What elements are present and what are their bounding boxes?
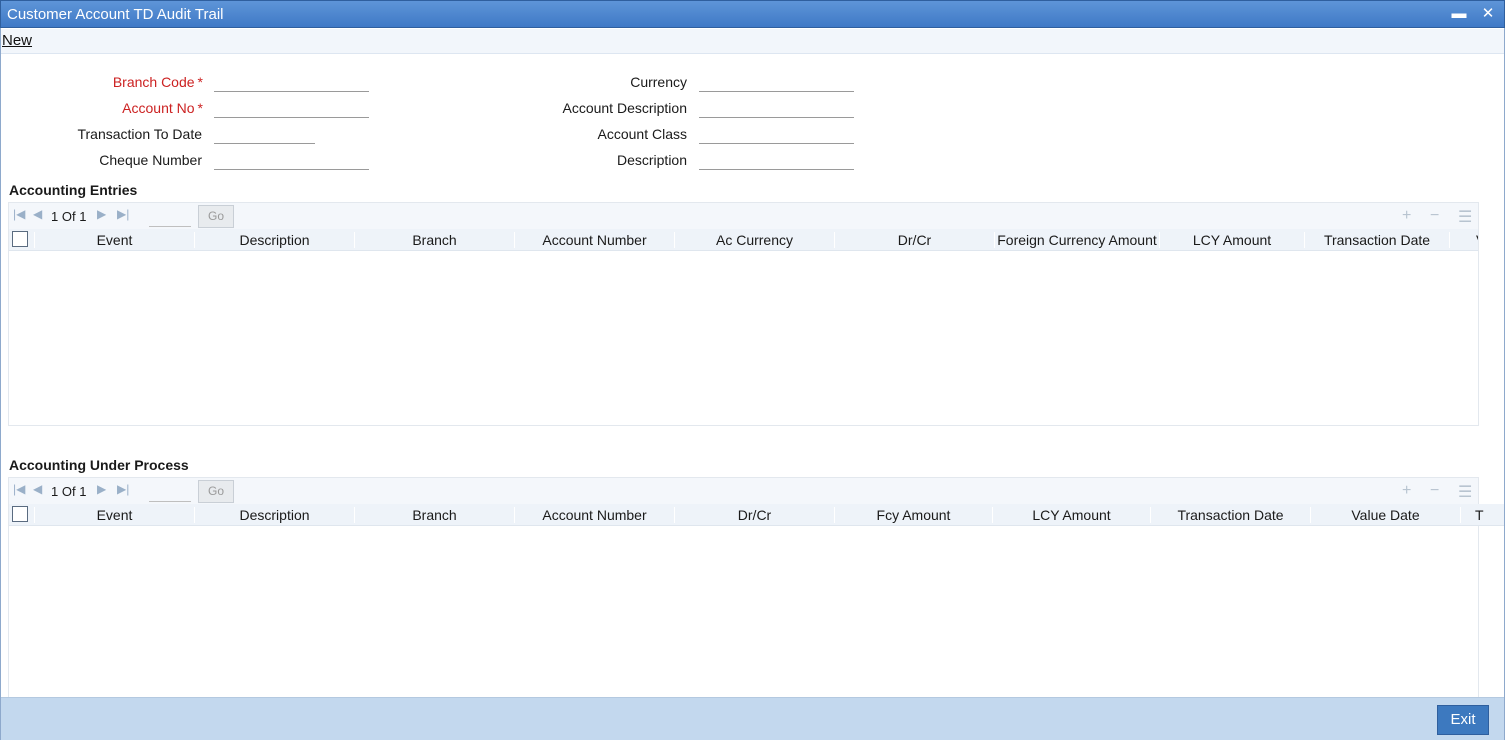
pagination-info: 1 Of 1 bbox=[51, 484, 87, 499]
column-header[interactable]: Dr/Cr bbox=[834, 232, 994, 248]
add-row-icon[interactable]: + bbox=[1402, 482, 1411, 500]
next-page-icon[interactable]: ▶ bbox=[97, 482, 106, 496]
branch-code-input[interactable] bbox=[214, 70, 369, 92]
select-all-checkbox[interactable] bbox=[12, 231, 28, 247]
delete-row-icon[interactable]: − bbox=[1430, 482, 1439, 500]
accounting-under-process-grid: |◀ ◀ 1 Of 1 ▶ ▶| Go + − ☰ Event Descript… bbox=[8, 477, 1505, 697]
first-page-icon[interactable]: |◀ bbox=[13, 207, 25, 221]
column-header[interactable]: Dr/Cr bbox=[674, 507, 834, 523]
cheque-number-input[interactable] bbox=[214, 148, 369, 170]
account-class-label: Account Class bbox=[597, 126, 687, 142]
grid-header: Event Description Branch Account Number … bbox=[9, 229, 1478, 251]
prev-page-icon[interactable]: ◀ bbox=[33, 207, 42, 221]
first-page-icon[interactable]: |◀ bbox=[13, 482, 25, 496]
select-all-checkbox[interactable] bbox=[12, 506, 28, 522]
currency-label: Currency bbox=[630, 74, 687, 90]
accounting-under-process-title: Accounting Under Process bbox=[9, 457, 189, 473]
transaction-to-date-label: Transaction To Date bbox=[77, 126, 202, 142]
last-page-icon[interactable]: ▶| bbox=[117, 482, 129, 496]
new-link[interactable]: New bbox=[2, 32, 32, 49]
account-description-label: Account Description bbox=[562, 100, 687, 116]
add-row-icon[interactable]: + bbox=[1402, 207, 1411, 225]
description-label: Description bbox=[616, 152, 687, 168]
column-header[interactable]: Event bbox=[34, 232, 194, 248]
single-record-view-icon[interactable]: ☰ bbox=[1458, 482, 1472, 502]
account-no-input[interactable] bbox=[214, 96, 369, 118]
column-header[interactable]: Transaction Date bbox=[1150, 507, 1310, 523]
column-header[interactable]: LCY Amount bbox=[992, 507, 1150, 523]
column-header[interactable]: Branch bbox=[354, 507, 514, 523]
transaction-to-date-input[interactable] bbox=[214, 122, 315, 144]
column-header[interactable]: Account Number bbox=[514, 232, 674, 248]
page-number-input[interactable] bbox=[149, 483, 191, 502]
column-header[interactable]: Fcy Amount bbox=[834, 507, 992, 523]
close-icon[interactable]: ✕ bbox=[1479, 5, 1497, 23]
window-title: Customer Account TD Audit Trail bbox=[7, 6, 224, 23]
column-header[interactable]: Value Date bbox=[1310, 507, 1460, 523]
cheque-number-label: Cheque Number bbox=[99, 152, 202, 168]
exit-button[interactable]: Exit bbox=[1437, 705, 1489, 735]
account-description-input[interactable] bbox=[699, 96, 854, 118]
description-input[interactable] bbox=[699, 148, 854, 170]
single-record-view-icon[interactable]: ☰ bbox=[1458, 207, 1472, 227]
column-header[interactable]: LCY Amount bbox=[1159, 232, 1304, 248]
prev-page-icon[interactable]: ◀ bbox=[33, 482, 42, 496]
last-page-icon[interactable]: ▶| bbox=[117, 207, 129, 221]
column-header[interactable]: Description bbox=[194, 507, 354, 523]
column-header[interactable]: Description bbox=[194, 232, 354, 248]
grid-header: Event Description Branch Account Number … bbox=[9, 504, 1505, 526]
accounting-entries-grid: |◀ ◀ 1 Of 1 ▶ ▶| Go + − ☰ Event Descript… bbox=[8, 202, 1479, 426]
column-header[interactable]: Foreign Currency Amount bbox=[994, 232, 1159, 248]
go-button[interactable]: Go bbox=[198, 205, 234, 228]
next-page-icon[interactable]: ▶ bbox=[97, 207, 106, 221]
column-header[interactable]: Event bbox=[34, 507, 194, 523]
go-button[interactable]: Go bbox=[198, 480, 234, 503]
menu-bar: New bbox=[1, 29, 1504, 54]
column-header[interactable]: Account Number bbox=[514, 507, 674, 523]
account-no-label: Account No * bbox=[122, 100, 203, 116]
account-class-input[interactable] bbox=[699, 122, 854, 144]
branch-code-label: Branch Code * bbox=[112, 74, 203, 90]
column-header[interactable]: Transaction Date bbox=[1304, 232, 1449, 248]
footer-bar: Exit bbox=[1, 697, 1504, 740]
minimize-icon[interactable]: ▬ bbox=[1450, 5, 1468, 23]
grid-toolbar: |◀ ◀ 1 Of 1 ▶ ▶| Go + − ☰ bbox=[9, 478, 1478, 504]
page-number-input[interactable] bbox=[149, 208, 191, 227]
grid-toolbar: |◀ ◀ 1 Of 1 ▶ ▶| Go + − ☰ bbox=[9, 203, 1478, 229]
accounting-entries-title: Accounting Entries bbox=[9, 182, 138, 198]
window-titlebar: Customer Account TD Audit Trail ▬ ✕ bbox=[0, 0, 1505, 28]
pagination-info: 1 Of 1 bbox=[51, 209, 87, 224]
column-header[interactable]: T bbox=[1460, 507, 1500, 523]
column-header[interactable]: Branch bbox=[354, 232, 514, 248]
delete-row-icon[interactable]: − bbox=[1430, 207, 1439, 225]
column-header[interactable]: V bbox=[1449, 232, 1478, 248]
column-header[interactable]: Ac Currency bbox=[674, 232, 834, 248]
currency-input[interactable] bbox=[699, 70, 854, 92]
